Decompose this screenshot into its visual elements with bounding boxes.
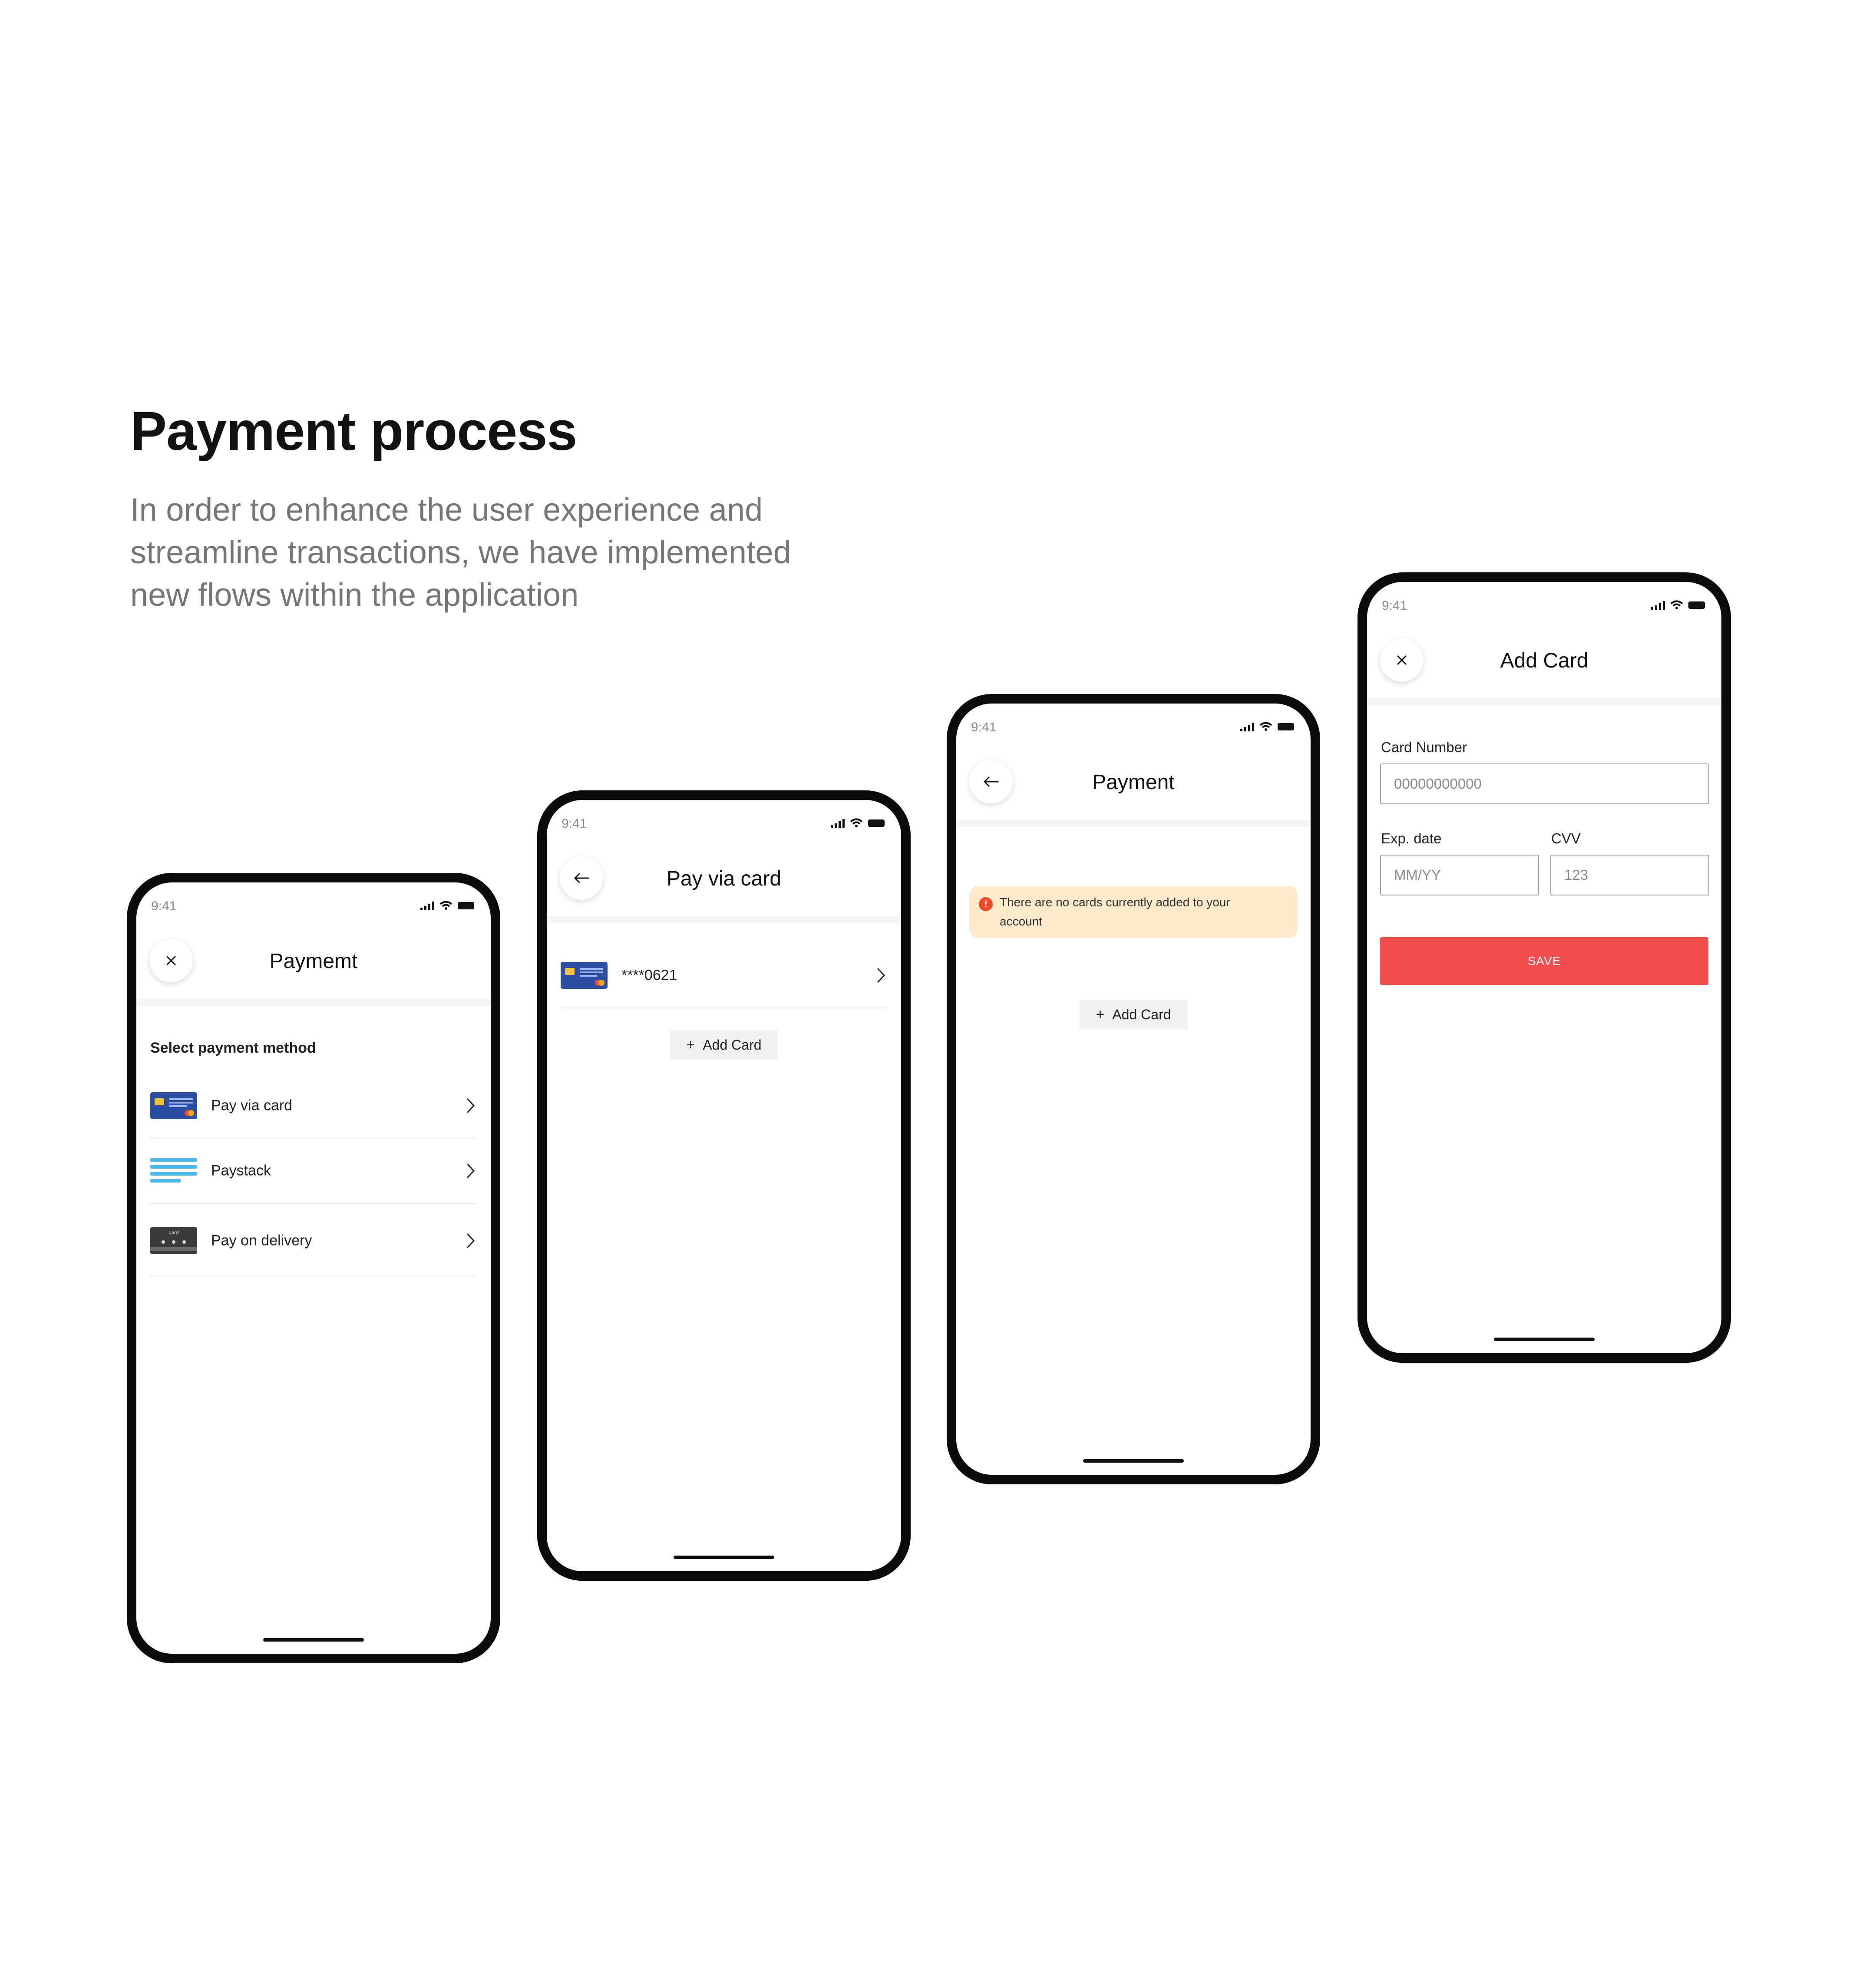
header-divider — [1367, 698, 1721, 705]
method-label: Pay on delivery — [211, 1232, 312, 1249]
card-number-input[interactable] — [1380, 763, 1709, 804]
add-card-button[interactable]: + Add Card — [1079, 1000, 1188, 1029]
battery-icon — [868, 819, 885, 827]
status-bar: 9:41 — [547, 816, 901, 834]
status-bar: 9:41 — [1367, 598, 1721, 616]
screen-title: Pay via card — [666, 867, 782, 890]
screen-title: Payment — [1092, 771, 1175, 794]
chevron-right-icon — [467, 1098, 475, 1113]
cash-card-icon: card — [150, 1227, 197, 1254]
card-number-label: Card Number — [1381, 739, 1467, 755]
credit-card-icon — [150, 1092, 197, 1119]
home-indicator — [263, 1638, 364, 1642]
add-card-label: Add Card — [703, 1037, 762, 1053]
plus-icon: + — [686, 1036, 695, 1053]
method-label: Paystack — [211, 1162, 271, 1179]
wifi-icon — [1670, 600, 1683, 609]
battery-icon — [458, 902, 474, 909]
status-icons — [1240, 722, 1294, 731]
header: Paymemt — [136, 922, 491, 1004]
exp-date-label: Exp. date — [1381, 830, 1442, 846]
status-time: 9:41 — [1382, 598, 1407, 613]
signal-icon — [831, 818, 845, 828]
battery-icon — [1688, 601, 1705, 609]
status-bar: 9:41 — [136, 899, 491, 916]
home-indicator — [674, 1556, 774, 1559]
chevron-right-icon — [467, 1233, 475, 1248]
header-divider — [956, 820, 1311, 827]
signal-icon — [420, 901, 434, 910]
phone-payment-no-cards: 9:41 Payment ! There are no cards curren… — [947, 694, 1320, 1484]
method-row-paystack[interactable]: Paystack — [150, 1139, 477, 1204]
plus-icon: + — [1096, 1006, 1105, 1023]
save-button[interactable]: SAVE — [1380, 937, 1708, 985]
header-divider — [136, 999, 491, 1006]
header: Add Card — [1367, 621, 1721, 704]
header: Payment — [956, 743, 1311, 825]
status-icons — [831, 818, 885, 828]
method-row-pay-on-delivery[interactable]: card Pay on delivery — [150, 1206, 477, 1276]
method-row-pay-via-card[interactable]: Pay via card — [150, 1074, 477, 1139]
add-card-button[interactable]: + Add Card — [670, 1030, 778, 1060]
saved-card-number: ****0621 — [621, 967, 677, 984]
cash-card-icon-text: card — [168, 1229, 178, 1236]
page-title: Payment process — [130, 400, 577, 462]
alert-text: There are no cards currently added to yo… — [1000, 895, 1230, 928]
status-time: 9:41 — [151, 899, 177, 913]
add-card-label: Add Card — [1112, 1006, 1171, 1022]
screen-title: Paymemt — [269, 950, 358, 973]
phone-add-card: 9:41 Add Card Card Number Exp. date CVV … — [1357, 572, 1731, 1363]
home-indicator — [1083, 1459, 1184, 1463]
status-icons — [420, 901, 474, 910]
exp-date-input[interactable] — [1380, 855, 1539, 895]
screen-title: Add Card — [1500, 649, 1589, 672]
section-label: Select payment method — [150, 1040, 316, 1056]
alert-icon: ! — [979, 897, 993, 911]
phone-pay-via-card: 9:41 Pay via card ****0621 + Add Card — [537, 790, 911, 1581]
battery-icon — [1278, 723, 1294, 730]
saved-card-row[interactable]: ****0621 — [561, 943, 887, 1008]
signal-icon — [1240, 722, 1254, 731]
wifi-icon — [850, 818, 863, 827]
status-time: 9:41 — [561, 816, 587, 831]
header-divider — [547, 916, 901, 923]
phone-select-payment-method: 9:41 Paymemt Select payment method Pay v… — [127, 873, 500, 1663]
chevron-right-icon — [877, 968, 885, 983]
paystack-icon — [150, 1158, 197, 1183]
credit-card-icon — [561, 962, 608, 989]
chevron-right-icon — [467, 1163, 475, 1178]
cvv-input[interactable] — [1550, 855, 1709, 895]
wifi-icon — [439, 901, 452, 910]
method-label: Pay via card — [211, 1097, 293, 1114]
header: Pay via card — [547, 839, 901, 922]
cvv-label: CVV — [1551, 830, 1581, 846]
status-bar: 9:41 — [956, 720, 1311, 737]
wifi-icon — [1259, 722, 1272, 731]
status-time: 9:41 — [971, 720, 997, 734]
no-cards-alert: ! There are no cards currently added to … — [969, 886, 1298, 938]
status-icons — [1651, 600, 1705, 610]
home-indicator — [1494, 1338, 1595, 1341]
signal-icon — [1651, 600, 1665, 610]
page-description: In order to enhance the user experience … — [130, 492, 791, 613]
